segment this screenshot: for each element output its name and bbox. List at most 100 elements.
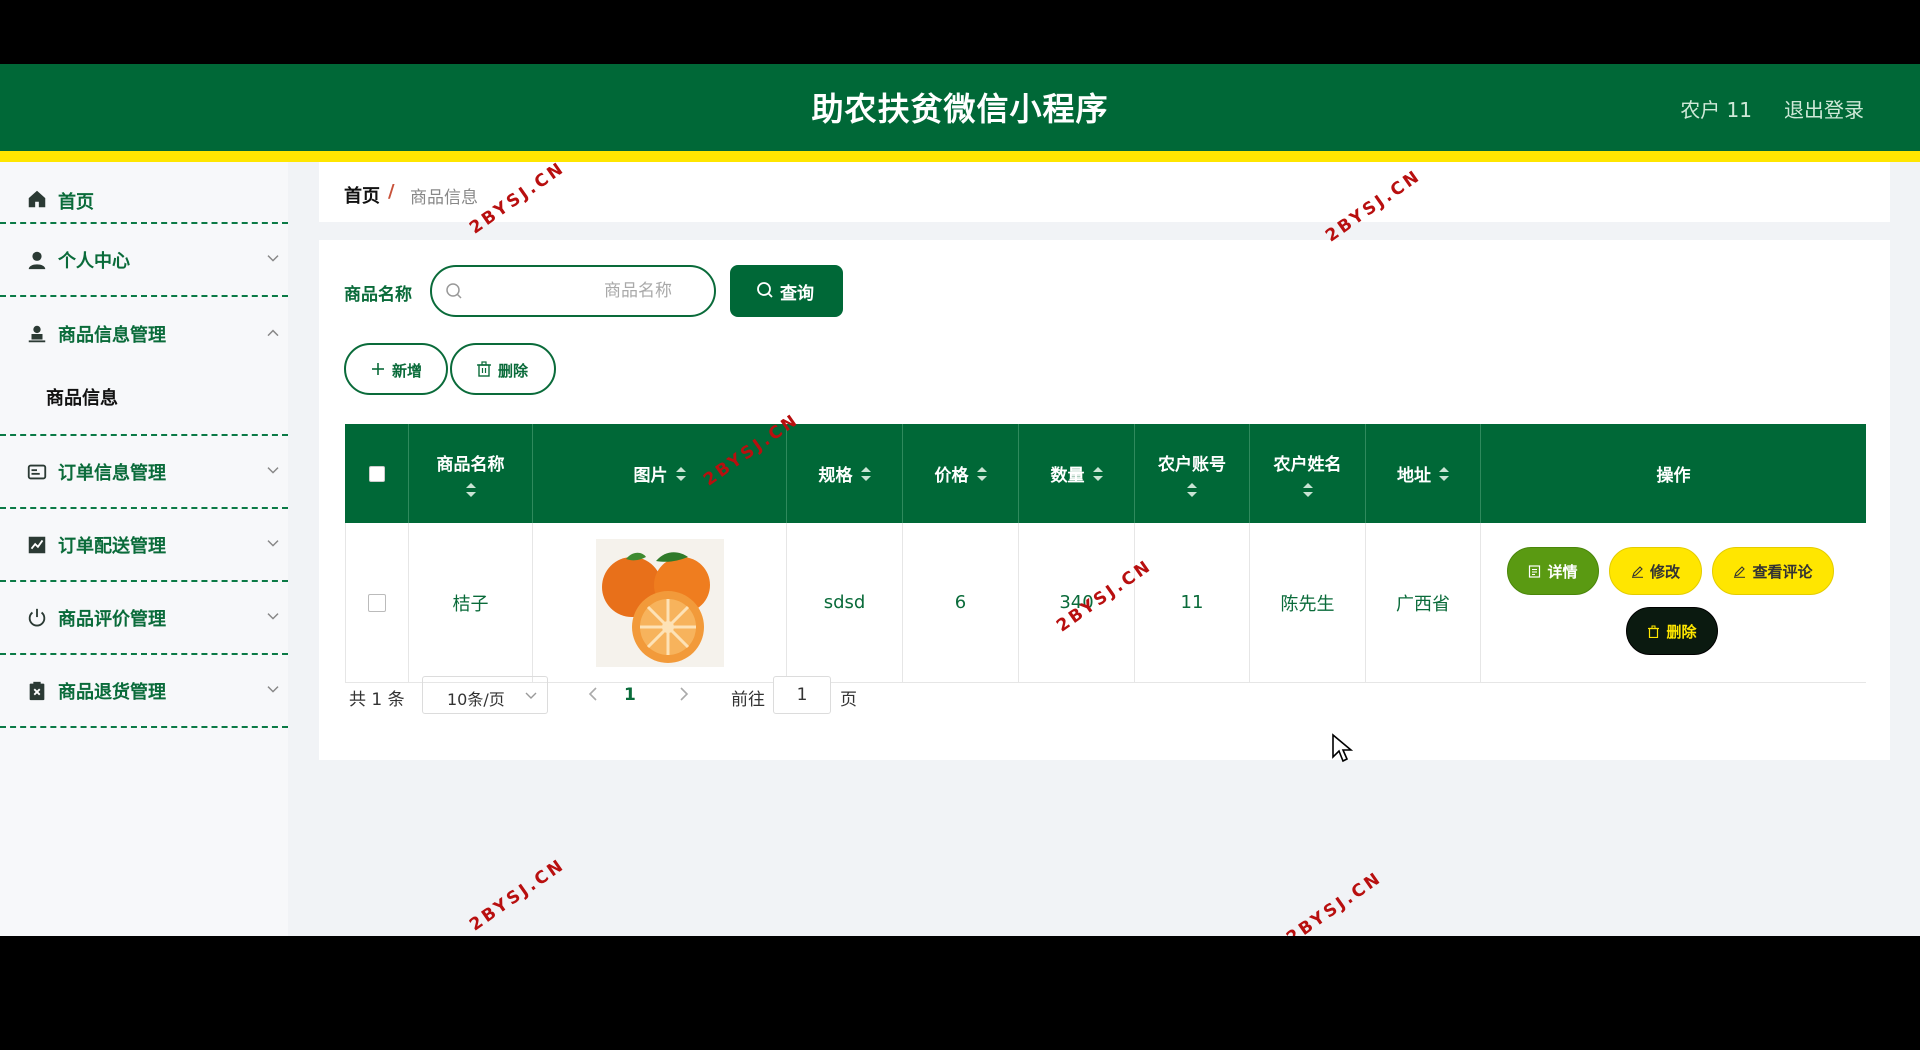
- header-price[interactable]: 价格: [903, 424, 1019, 523]
- clipboard-icon: [29, 681, 45, 700]
- sort-icon: [1092, 466, 1103, 481]
- cell-account: 11: [1135, 523, 1250, 682]
- goto-page-input[interactable]: [773, 676, 831, 714]
- cell-actions: 详情 修改 查看评论 删除: [1481, 523, 1866, 682]
- header-select-all-cell: [345, 424, 409, 523]
- sidebar-subitem-product-info[interactable]: 商品信息: [46, 384, 118, 410]
- mouse-cursor-icon: [1332, 733, 1353, 763]
- cell-price: 6: [903, 523, 1019, 682]
- next-page-icon[interactable]: [677, 686, 691, 702]
- sidebar-item-review-management[interactable]: 商品评价管理: [0, 582, 288, 655]
- sort-icon: [976, 466, 987, 481]
- header-name-label: 商品名称: [436, 455, 505, 475]
- add-button-label: 新增: [392, 362, 423, 380]
- breadcrumb-separator: /: [388, 181, 395, 202]
- header-spec[interactable]: 规格: [787, 424, 903, 523]
- chevron-down-icon: [267, 685, 279, 693]
- sidebar-item-return-management[interactable]: 商品退货管理: [0, 655, 288, 728]
- header-name[interactable]: 商品名称: [409, 424, 533, 523]
- sort-icon: [1439, 466, 1449, 481]
- sort-icon: [675, 466, 686, 481]
- batch-delete-button[interactable]: 删除: [450, 343, 556, 395]
- header-image-label: 图片: [633, 466, 668, 486]
- logout-link[interactable]: 退出登录: [1784, 94, 1864, 123]
- goto-suffix: 页: [840, 690, 857, 710]
- sort-icon: [1302, 483, 1313, 497]
- cell-address: 广西省: [1366, 523, 1481, 682]
- row-checkbox[interactable]: [368, 593, 386, 612]
- product-image: [595, 538, 724, 667]
- cell-spec: sdsd: [787, 523, 903, 682]
- chevron-down-icon: [525, 692, 537, 699]
- sidebar-group-product: 商品信息管理 商品信息: [0, 297, 288, 436]
- current-user: 农户 11: [1680, 98, 1752, 122]
- sidebar-submenu: 商品信息: [0, 370, 288, 434]
- page-size-select[interactable]: 10条/页: [422, 676, 548, 714]
- sidebar-item-home[interactable]: 首页: [0, 162, 288, 224]
- prev-page-icon[interactable]: [586, 686, 600, 702]
- view-reviews-button-label: 查看评论: [1752, 562, 1813, 581]
- trash-icon: [1648, 625, 1660, 638]
- table-header: 商品名称 图片 规格 价格 数量 农户账号 农户姓名 地址 操作: [345, 424, 1866, 523]
- sort-icon: [465, 483, 476, 497]
- query-button-label: 查询: [780, 284, 814, 304]
- sidebar-item-label: 订单信息管理: [58, 462, 166, 484]
- watermark-text: 2BYSJ.CN: [1283, 867, 1387, 936]
- orange-photo[interactable]: [595, 538, 724, 667]
- sidebar-item-order-management[interactable]: 订单信息管理: [0, 436, 288, 509]
- batch-delete-button-label: 删除: [498, 362, 529, 380]
- header-quantity[interactable]: 数量: [1019, 424, 1135, 523]
- header-account-label: 农户账号: [1158, 455, 1226, 475]
- chevron-down-icon: [267, 254, 279, 262]
- cell-farmer: 陈先生: [1250, 523, 1366, 682]
- search-label: 商品名称: [344, 285, 412, 305]
- query-button[interactable]: 查询: [730, 265, 843, 317]
- document-icon: [1529, 564, 1541, 578]
- chart-icon: [28, 536, 46, 553]
- chevron-down-icon: [267, 612, 279, 620]
- search-icon: [446, 283, 462, 299]
- edit-button[interactable]: 修改: [1609, 547, 1702, 595]
- sidebar-item-delivery-management[interactable]: 订单配送管理: [0, 509, 288, 582]
- top-header: 助农扶贫微信小程序 农户 11 退出登录: [0, 64, 1920, 151]
- row-delete-button-label: 删除: [1666, 622, 1697, 641]
- header-price-label: 价格: [934, 466, 969, 486]
- chevron-up-icon: [267, 329, 279, 336]
- sidebar-item-label: 商品信息管理: [58, 324, 166, 346]
- sidebar-item-personal-center[interactable]: 个人中心: [0, 224, 288, 297]
- trash-icon: [477, 361, 491, 377]
- page-number-current[interactable]: 1: [624, 685, 636, 705]
- pagination-total: 共 1 条: [349, 690, 405, 710]
- header-quantity-label: 数量: [1050, 466, 1085, 486]
- view-reviews-button[interactable]: 查看评论: [1712, 547, 1834, 595]
- card-icon: [27, 464, 47, 479]
- header-account[interactable]: 农户账号: [1135, 424, 1250, 523]
- chevron-down-icon: [267, 466, 279, 474]
- search-field[interactable]: [430, 265, 716, 317]
- search-icon: [757, 282, 773, 298]
- sidebar-item-product-management[interactable]: 商品信息管理: [0, 297, 288, 370]
- header-accent-bar: [0, 151, 1920, 162]
- sidebar: 首页 个人中心 商品信息管理 商品信息 订单信息管理 订单配送管理 商品评价管理…: [0, 162, 288, 936]
- sort-icon: [1187, 483, 1197, 497]
- row-delete-button[interactable]: 删除: [1626, 607, 1718, 655]
- user-icon: [28, 251, 46, 269]
- page-size-value: 10条/页: [447, 690, 505, 709]
- search-input[interactable]: [472, 277, 672, 305]
- screen: 助农扶贫微信小程序 农户 11 退出登录 首页 个人中心 商品信息管理 商品信息: [0, 0, 1920, 1050]
- home-icon: [28, 190, 46, 208]
- breadcrumb-current: 商品信息: [410, 188, 478, 208]
- breadcrumb-home[interactable]: 首页: [344, 182, 380, 208]
- sidebar-item-label: 个人中心: [58, 250, 130, 272]
- chevron-down-icon: [267, 539, 279, 547]
- pagination: 共 1 条 10条/页 1 前往 页: [349, 676, 1049, 716]
- add-button[interactable]: 新增: [344, 343, 448, 395]
- detail-button[interactable]: 详情: [1507, 547, 1599, 595]
- select-all-checkbox[interactable]: [368, 465, 385, 482]
- person-icon: [28, 325, 46, 342]
- cell-image: [533, 523, 787, 682]
- cell-name: 桔子: [409, 523, 533, 682]
- watermark-text: 2BYSJ.CN: [466, 854, 570, 936]
- header-farmer[interactable]: 农户姓名: [1250, 424, 1366, 523]
- header-address[interactable]: 地址: [1366, 424, 1481, 523]
